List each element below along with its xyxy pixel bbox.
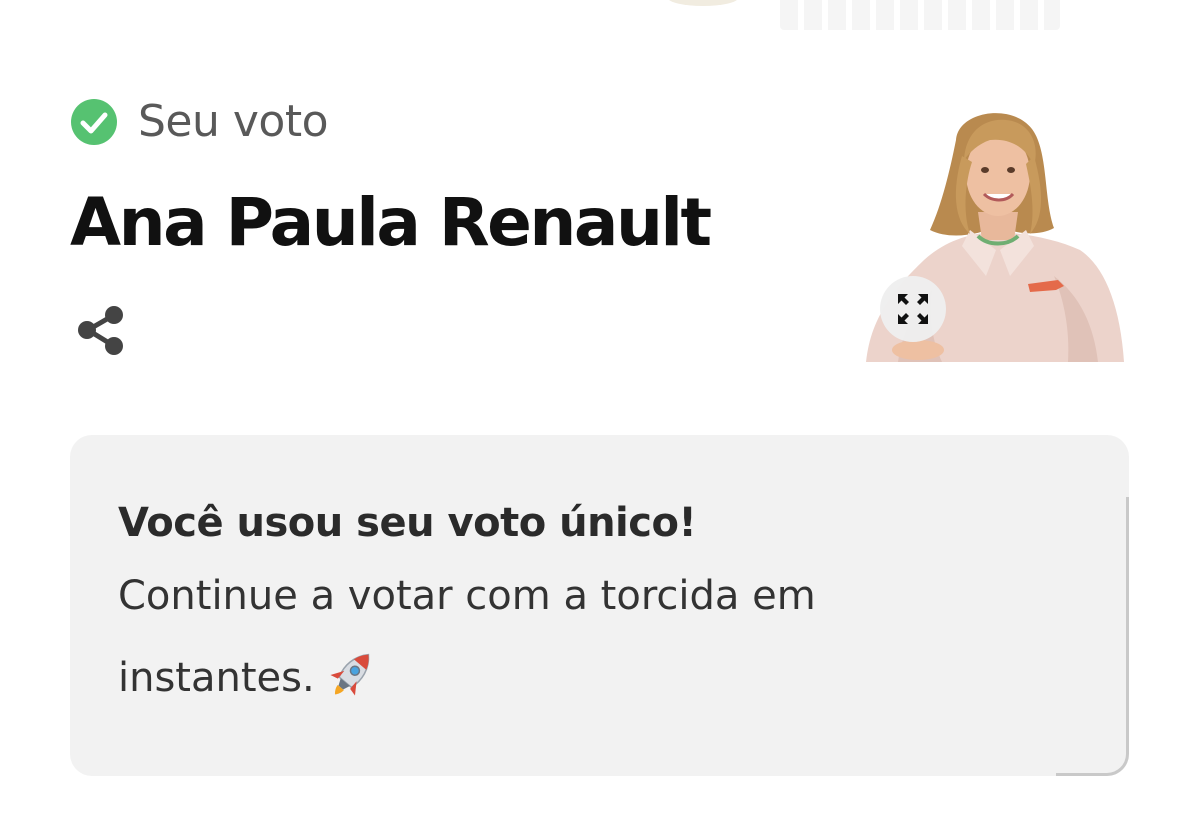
expand-photo-button[interactable]: [880, 276, 946, 342]
vote-status-label: Seu voto: [138, 96, 329, 147]
top-logo-remnant: [668, 0, 738, 6]
vote-status-header: Seu voto: [70, 96, 329, 147]
message-body: Continue a votar com a torcida em instan…: [118, 555, 918, 719]
check-circle-icon: [71, 99, 117, 145]
top-banner-remnant: [780, 0, 1060, 30]
rocket-icon: [330, 653, 369, 696]
message-body-text: Continue a votar com a torcida em instan…: [118, 573, 816, 701]
message-title: Você usou seu voto único!: [118, 500, 697, 546]
share-icon[interactable]: [76, 304, 126, 356]
expand-icon: [898, 294, 928, 324]
vote-message-card: Você usou seu voto único! Continue a vot…: [70, 435, 1129, 776]
candidate-name: Ana Paula Renault: [70, 184, 712, 261]
